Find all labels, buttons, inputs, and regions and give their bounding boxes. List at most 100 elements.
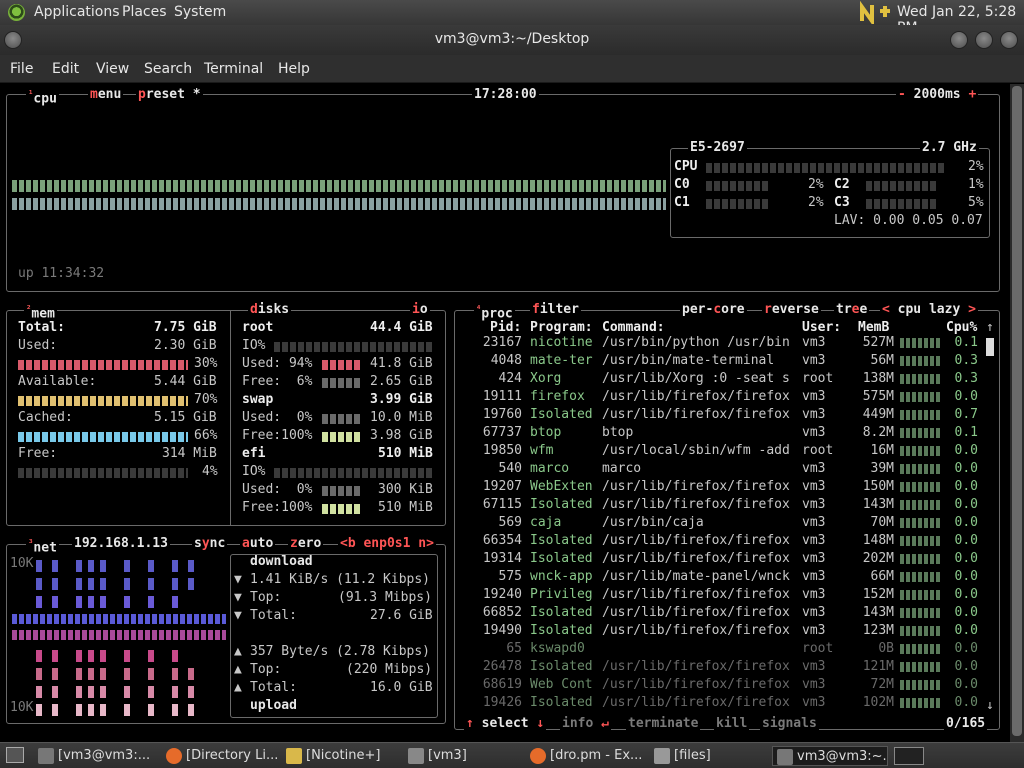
proc-row[interactable]: 26478 Isolated/usr/lib/firefox/firefox vm3…	[458, 658, 998, 676]
nicotine-tray-icon[interactable]	[860, 1, 892, 24]
terminal-scroll-thumb[interactable]	[1012, 86, 1022, 736]
proc-cpu-graph	[900, 554, 940, 564]
mem-available-value: 5.44 GiB	[154, 374, 217, 389]
mem-box-title[interactable]: ²mem	[24, 303, 57, 322]
proc-mem: 143M	[862, 605, 894, 620]
core-c3-pct: 5%	[968, 195, 984, 210]
net-interface-selector[interactable]: <b enp0s1 n>	[338, 537, 436, 551]
proc-cpu: 0.0	[954, 551, 978, 566]
upload-rate: 357 Byte/s (2.78 Kibps)	[250, 644, 431, 659]
taskbar-button[interactable]: vm3@vm3:~...	[772, 746, 888, 766]
proc-tree-toggle[interactable]: tree	[834, 303, 870, 317]
mem-free-value: 314 MiB	[162, 446, 217, 461]
places-menu[interactable]: Places	[122, 4, 167, 20]
mate-logo-icon[interactable]	[8, 4, 25, 21]
proc-info-button[interactable]: info ↵	[560, 717, 611, 731]
taskbar-button[interactable]: [vm3@vm3:...	[34, 746, 158, 766]
proc-row[interactable]: 575 wnck-app/usr/lib/mate-panel/wnck vm3 66…	[458, 568, 998, 586]
proc-row[interactable]: 424 Xorg/usr/lib/Xorg :0 -seat s root 138M 0…	[458, 370, 998, 388]
maximize-button[interactable]	[975, 31, 993, 49]
proc-mem: 0B	[878, 641, 894, 656]
net-graph-cell	[88, 668, 94, 680]
minimize-button[interactable]	[950, 31, 968, 49]
cpu-menu-tab[interactable]: menu	[88, 88, 124, 102]
proc-per-core-toggle[interactable]: per-core	[680, 303, 747, 317]
mem-cached-value: 5.15 GiB	[154, 410, 217, 425]
net-graph-cell	[36, 650, 42, 662]
menu-view[interactable]: View	[96, 61, 129, 77]
proc-row[interactable]: 19111 firefox/usr/lib/firefox/firefox vm3 5…	[458, 388, 998, 406]
proc-signals-button[interactable]: signals	[760, 717, 819, 731]
proc-cpu: 0.1	[954, 425, 978, 440]
proc-row[interactable]: 23167 nicotine/usr/bin/python /usr/bin vm3…	[458, 334, 998, 352]
proc-row[interactable]: 19850 wfm/usr/local/sbin/wfm -add root 16M 0…	[458, 442, 998, 460]
proc-program: nicotine	[530, 335, 593, 350]
menu-file[interactable]: File	[10, 61, 33, 77]
net-zero-toggle[interactable]: zero	[288, 537, 324, 551]
menu-search[interactable]: Search	[144, 61, 192, 77]
core-c2-label: C2	[834, 177, 850, 192]
cpu-interval[interactable]: - 2000ms +	[896, 88, 979, 102]
proc-terminate-button[interactable]: terminate	[626, 717, 701, 731]
net-graph-cell	[76, 596, 82, 608]
disks-box-title[interactable]: disks	[248, 303, 292, 317]
close-button[interactable]	[1000, 31, 1018, 49]
applications-menu[interactable]: Applications	[34, 4, 120, 20]
net-graph-band	[12, 614, 226, 624]
proc-row[interactable]: 569 caja/usr/bin/caja vm3 70M 0.0	[458, 514, 998, 532]
menu-terminal[interactable]: Terminal	[204, 61, 263, 77]
proc-row[interactable]: 19426 Isolated/usr/lib/firefox/firefox vm3…	[458, 694, 998, 712]
proc-row[interactable]: 19207 WebExten/usr/lib/firefox/firefox vm3…	[458, 478, 998, 496]
menu-help[interactable]: Help	[278, 61, 310, 77]
net-sync-toggle[interactable]: sync	[192, 537, 228, 551]
proc-row[interactable]: 19314 Isolated/usr/lib/firefox/firefox vm3…	[458, 550, 998, 568]
proc-row[interactable]: 540 marco marco vm3 39M 0.0	[458, 460, 998, 478]
core-c3-label: C3	[834, 195, 850, 210]
proc-row[interactable]: 66354 Isolated/usr/lib/firefox/firefox vm3…	[458, 532, 998, 550]
proc-row[interactable]: 65 kswapd0 root 0B 0.0	[458, 640, 998, 658]
terminal-scrollbar[interactable]	[1010, 84, 1024, 742]
terminal-area[interactable]: ¹cpu menu preset * 17:28:00 - 2000ms + u…	[0, 84, 1010, 742]
taskbar-button[interactable]: [Nicotine+]	[282, 746, 398, 766]
net-auto-toggle[interactable]: auto	[240, 537, 276, 551]
proc-row[interactable]: 68619 Web Cont/usr/lib/firefox/firefox vm3…	[458, 676, 998, 694]
window-titlebar[interactable]: vm3@vm3:~/Desktop	[0, 25, 1024, 55]
net-graph-cell	[172, 650, 178, 662]
taskbar-button[interactable]: [vm3]	[404, 746, 522, 766]
net-box-title[interactable]: ³net	[26, 537, 59, 556]
taskbar-button[interactable]: [Directory Li...	[162, 746, 278, 766]
disks-io-toggle[interactable]: io	[410, 303, 430, 317]
proc-filter-button[interactable]: filter	[530, 303, 581, 317]
proc-row[interactable]: 67737 btop btop vm3 8.2M 0.1	[458, 424, 998, 442]
proc-row[interactable]: 19760 Isolated/usr/lib/firefox/firefox vm3…	[458, 406, 998, 424]
cpu-box-title[interactable]: ¹cpu	[26, 88, 59, 107]
proc-mem: 56M	[870, 353, 894, 368]
cpu-preset-tab[interactable]: preset *	[136, 88, 203, 102]
disk-efi-used-bar	[322, 486, 362, 496]
net-graph-cell	[76, 578, 82, 590]
proc-command: /usr/lib/mate-panel/wnck	[602, 569, 790, 584]
upload-top-arrow-icon: ▲	[234, 662, 242, 677]
proc-program: kswapd0	[530, 641, 585, 656]
taskbar-button[interactable]: [files]	[650, 746, 768, 766]
proc-pid: 67115	[482, 497, 522, 512]
net-graph-cell	[36, 560, 42, 572]
system-menu[interactable]: System	[174, 4, 226, 20]
proc-row[interactable]: 4048 mate-ter/usr/bin/mate-terminal vm3 56M…	[458, 352, 998, 370]
net-graph-cell	[52, 650, 58, 662]
proc-row[interactable]: 66852 Isolated/usr/lib/firefox/firefox vm3…	[458, 604, 998, 622]
menu-edit[interactable]: Edit	[52, 61, 79, 77]
proc-cpu: 0.0	[954, 659, 978, 674]
proc-reverse-toggle[interactable]: reverse	[762, 303, 821, 317]
proc-row[interactable]: 19490 Isolated/usr/lib/firefox/firefox vm3…	[458, 622, 998, 640]
proc-footer-nav[interactable]: ↑ select ↓	[464, 717, 547, 731]
proc-row[interactable]: 19240 Privileg/usr/lib/firefox/firefox vm3…	[458, 586, 998, 604]
show-desktop-icon[interactable]	[6, 747, 24, 763]
proc-box-title[interactable]: ⁴proc	[474, 303, 515, 322]
proc-kill-button[interactable]: kill	[714, 717, 750, 731]
proc-sort-selector[interactable]: < cpu lazy >	[880, 303, 978, 317]
proc-row[interactable]: 67115 Isolated/usr/lib/firefox/firefox vm3…	[458, 496, 998, 514]
workspace-switcher[interactable]	[894, 747, 924, 765]
net-graph-cell	[172, 686, 178, 698]
taskbar-button[interactable]: [dro.pm - Ex...	[526, 746, 646, 766]
